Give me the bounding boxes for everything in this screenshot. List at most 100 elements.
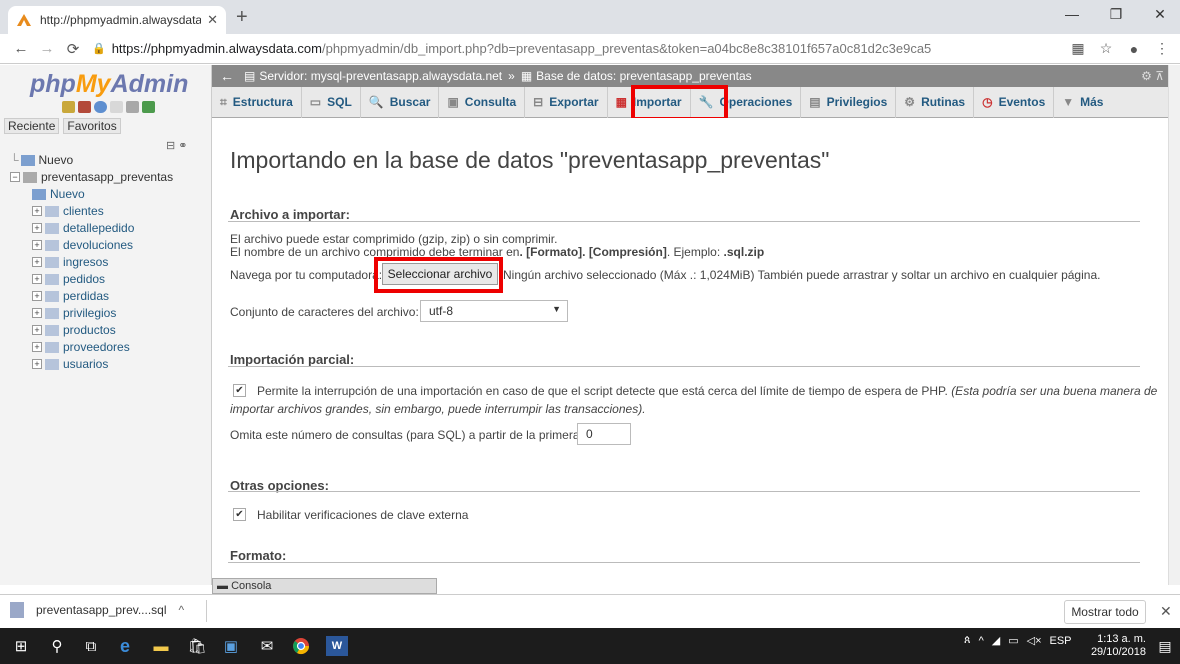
close-download-bar-icon[interactable]: ✕ [1160, 603, 1172, 620]
tab-consulta[interactable]: ▣ Consulta [439, 86, 526, 118]
table-icon [45, 307, 59, 319]
store-icon[interactable]: 🛍 [186, 636, 208, 656]
new-tab-icon[interactable]: + [236, 6, 248, 29]
table-name: clientes [63, 204, 104, 218]
expand-table-icon[interactable]: + [32, 274, 42, 284]
expand-table-icon[interactable]: + [32, 223, 42, 233]
window-close-icon[interactable]: ✕ [1140, 6, 1180, 23]
tab-eventos[interactable]: ◷ Eventos [974, 86, 1055, 118]
tree-table-item[interactable]: + perdidas [32, 289, 109, 303]
tree-table-item[interactable]: + pedidos [32, 272, 105, 286]
tree-table-item[interactable]: + usuarios [32, 357, 108, 371]
phpmyadmin-logo[interactable]: phpMyAdmin [30, 70, 188, 99]
address-bar[interactable]: 🔒 https://phpmyadmin.alwaysdata.com /php… [92, 41, 1064, 56]
database-icon [23, 171, 37, 183]
collapse-arrow-icon[interactable]: ← [220, 68, 234, 84]
tree-table-item[interactable]: + proveedores [32, 340, 130, 354]
expand-table-icon[interactable]: + [32, 308, 42, 318]
tray-overflow-icon[interactable]: ^ [979, 635, 984, 647]
search-icon[interactable]: ⚲ [46, 636, 68, 656]
battery-icon[interactable]: ▭ [1008, 634, 1018, 647]
breadcrumb-server[interactable]: Servidor: mysql-preventasapp.alwaysdata.… [259, 69, 502, 83]
browser-menu-icon[interactable]: ⋮ [1148, 40, 1176, 57]
translate-icon[interactable]: ▦ [1064, 40, 1092, 57]
expand-table-icon[interactable]: + [32, 240, 42, 250]
lock-icon: 🔒 [92, 43, 106, 55]
fk-checks-checkbox[interactable]: ✔ [233, 508, 246, 521]
download-options-chevron-icon[interactable]: ^ [179, 603, 185, 617]
reload-icon[interactable]: ⟳ [60, 40, 86, 58]
tab-buscar[interactable]: 🔍 Buscar [361, 86, 440, 118]
reload-nav-icon[interactable] [142, 101, 155, 113]
network-icon[interactable]: ◢ [992, 634, 1000, 647]
allow-interrupt-checkbox[interactable]: ✔ [233, 384, 246, 397]
word-icon[interactable]: W [326, 636, 348, 656]
minimize-icon[interactable]: — [1052, 6, 1092, 22]
expand-table-icon[interactable]: + [32, 342, 42, 352]
logout-icon[interactable] [78, 101, 91, 113]
tab-privilegios[interactable]: ▤ Privilegios [801, 86, 897, 118]
table-name: devoluciones [63, 238, 134, 252]
system-clock[interactable]: 1:13 a. m. 29/10/2018 [1066, 633, 1146, 659]
volume-icon[interactable]: ◁× [1027, 634, 1042, 647]
home-icon[interactable] [62, 101, 75, 113]
browser-tab[interactable]: http://phpmyadmin.alwaysdata.c ✕ [8, 6, 226, 34]
console-bar[interactable]: ▬ Consola [212, 578, 437, 594]
profile-avatar-icon[interactable]: ● [1120, 41, 1148, 57]
table-icon [45, 222, 59, 234]
tree-table-item[interactable]: + clientes [32, 204, 104, 218]
expand-table-icon[interactable]: + [32, 206, 42, 216]
charset-select[interactable]: utf-8 ▼ [420, 300, 568, 322]
tab-recent[interactable]: Reciente [4, 118, 60, 134]
windows-start-icon[interactable]: ⊞ [10, 636, 32, 656]
settings-gear-icon[interactable] [126, 101, 139, 113]
show-all-button[interactable]: Mostrar todo [1064, 600, 1146, 624]
tab-estructura[interactable]: ⌗ Estructura [212, 86, 302, 118]
settings-icon[interactable]: ⚙ ⊼ [1141, 69, 1164, 83]
tab-mas[interactable]: ▼ Más [1054, 87, 1111, 118]
expand-table-icon[interactable]: + [32, 291, 42, 301]
tab-close-icon[interactable]: ✕ [207, 12, 218, 28]
tree-new-table[interactable]: Nuevo [32, 187, 85, 201]
help-icon[interactable] [94, 101, 107, 113]
tree-table-item[interactable]: + detallepedido [32, 221, 134, 235]
tree-table-item[interactable]: + productos [32, 323, 116, 337]
new-db-icon [20, 154, 35, 166]
notifications-icon[interactable]: ▤ [1154, 636, 1176, 656]
tab-favorites[interactable]: Favoritos [63, 118, 121, 134]
docs-icon[interactable] [110, 101, 123, 113]
breadcrumb-database[interactable]: Base de datos: preventasapp_preventas [536, 69, 751, 83]
browser-toolbar: ← → ⟳ 🔒 https://phpmyadmin.alwaysdata.co… [0, 34, 1180, 64]
url-path: /phpmyadmin/db_import.php?db=preventasap… [321, 41, 932, 56]
task-view-icon[interactable]: ⧉ [80, 636, 102, 656]
forward-icon[interactable]: → [34, 40, 60, 57]
tab-sql[interactable]: ▭ SQL [302, 86, 361, 118]
tree-table-item[interactable]: + privilegios [32, 306, 116, 320]
mail-icon[interactable]: ✉ [256, 636, 278, 656]
collapse-db-icon[interactable]: − [10, 172, 20, 182]
tab-exportar[interactable]: ⊟ Exportar [525, 86, 608, 118]
edge-icon[interactable]: e [114, 636, 136, 656]
download-filename: preventasapp_prev....sql [36, 603, 167, 617]
collapse-link-icons[interactable]: ⊟ ⚭ [166, 139, 188, 152]
people-icon[interactable]: ጰ [964, 634, 971, 647]
tree-database[interactable]: − preventasapp_preventas [10, 170, 173, 184]
app-icon[interactable]: ▣ [220, 636, 242, 656]
tree-table-item[interactable]: + ingresos [32, 255, 108, 269]
file-explorer-icon[interactable]: ▬ [150, 636, 172, 656]
compress-info-1: El archivo puede estar comprimido (gzip,… [230, 232, 558, 246]
expand-table-icon[interactable]: + [32, 257, 42, 267]
tree-new-database[interactable]: └ Nuevo [10, 153, 73, 167]
main-scrollbar[interactable] [1168, 65, 1180, 585]
expand-table-icon[interactable]: + [32, 325, 42, 335]
expand-table-icon[interactable]: + [32, 359, 42, 369]
bookmark-star-icon[interactable]: ☆ [1092, 40, 1120, 57]
chrome-icon[interactable] [290, 636, 312, 656]
back-icon[interactable]: ← [8, 40, 34, 57]
tab-rutinas[interactable]: ⚙ Rutinas [896, 86, 975, 118]
new-table-icon [32, 188, 46, 200]
tree-table-item[interactable]: + devoluciones [32, 238, 133, 252]
maximize-icon[interactable]: ❐ [1096, 6, 1136, 23]
download-item[interactable]: preventasapp_prev....sql ^ [10, 602, 184, 618]
skip-queries-input[interactable]: 0 [577, 423, 631, 445]
